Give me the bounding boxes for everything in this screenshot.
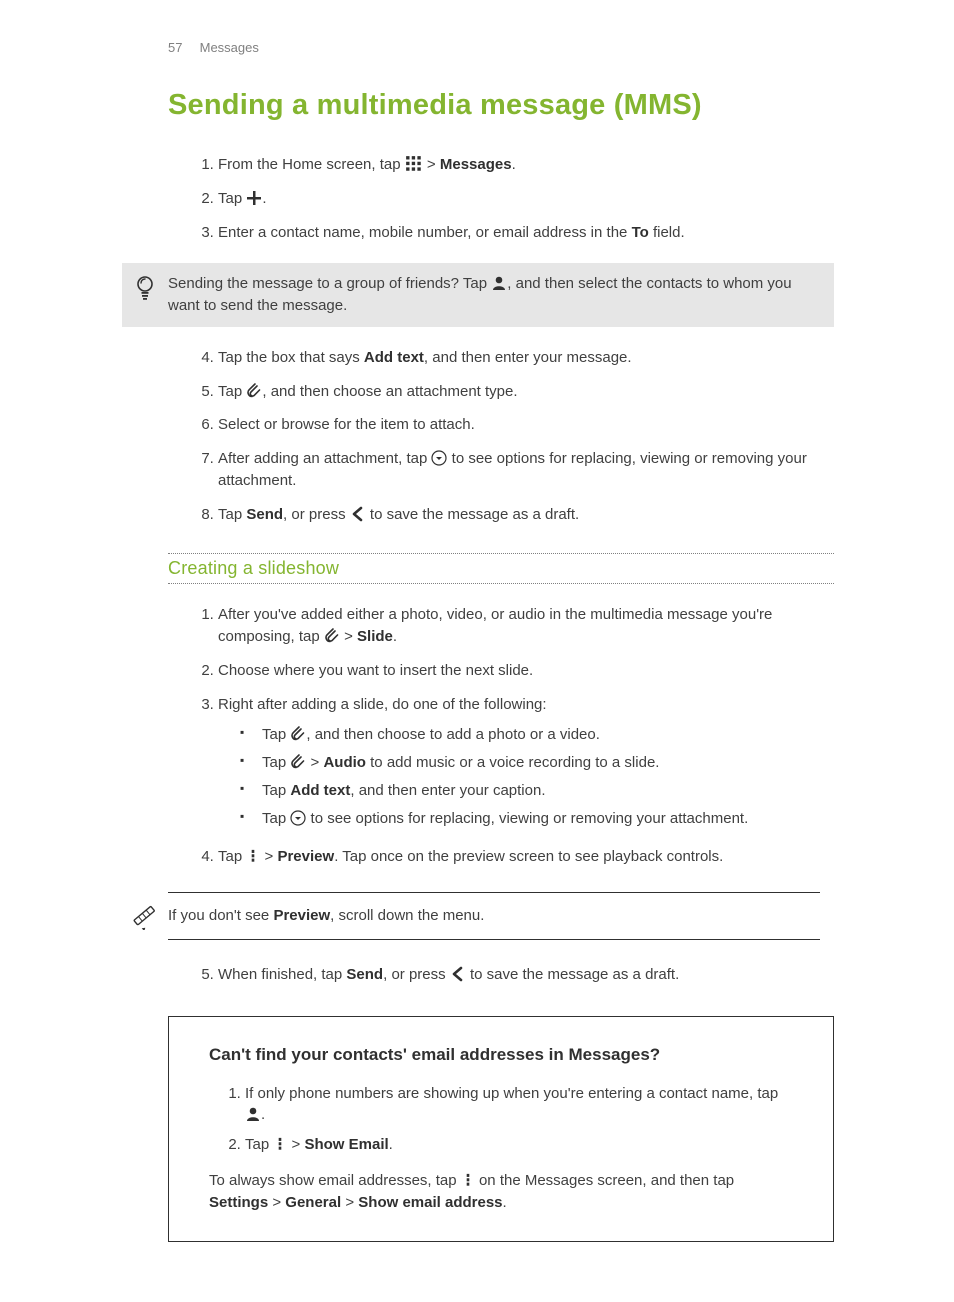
slideshow-step-3: Right after adding a slide, do one of th… (218, 688, 834, 841)
bullet-4: Tap to see options for replacing, viewin… (262, 805, 834, 833)
bullet-1: Tap , and then choose to add a photo or … (262, 721, 834, 749)
page-number: 57 (168, 40, 196, 55)
slideshow-steps: After you've added either a photo, video… (168, 598, 834, 874)
overflow-icon (461, 1173, 475, 1187)
step-4: Tap the box that says Add text, and then… (218, 341, 834, 375)
step-2: Tap . (218, 182, 834, 216)
attachment-icon (290, 726, 306, 742)
plus-icon (246, 190, 262, 206)
bullet-3: Tap Add text, and then enter your captio… (262, 777, 834, 805)
subheading-slideshow: Creating a slideshow (168, 553, 834, 584)
slideshow-step-2: Choose where you want to insert the next… (218, 654, 834, 688)
slideshow-step-4: Tap > Preview. Tap once on the preview s… (218, 840, 834, 874)
attachment-icon (290, 754, 306, 770)
slideshow-bullets: Tap , and then choose to add a photo or … (218, 721, 834, 832)
attachment-icon (324, 628, 340, 644)
apps-icon (405, 155, 423, 173)
page: 57 Messages Sending a multimedia message… (0, 0, 954, 1302)
page-header: 57 Messages (168, 40, 834, 55)
overflow-icon (273, 1137, 287, 1151)
pencil-icon (131, 902, 159, 930)
note-preview: If you don't see Preview, scroll down th… (122, 888, 834, 944)
step-5: Tap , and then choose an attachment type… (218, 375, 834, 409)
panel-title: Can't find your contacts' email addresse… (209, 1045, 793, 1065)
panel-post: To always show email addresses, tap on t… (209, 1170, 793, 1214)
dropdown-icon (431, 450, 447, 466)
step-8: Tap Send, or press to save the message a… (218, 498, 834, 532)
section-name: Messages (200, 40, 259, 55)
dropdown-icon (290, 810, 306, 826)
attachment-icon (246, 383, 262, 399)
callout-tip: Sending the message to a group of friend… (122, 263, 834, 327)
steps-list-1: From the Home screen, tap > Messages. Ta… (168, 148, 834, 249)
overflow-icon (246, 849, 260, 863)
person-icon (491, 275, 507, 291)
back-icon (450, 966, 466, 982)
step-6: Select or browse for the item to attach. (218, 408, 834, 442)
slideshow-steps-2: When finished, tap Send, or press to sav… (168, 958, 834, 992)
bullet-2: Tap > Audio to add music or a voice reco… (262, 749, 834, 777)
page-title: Sending a multimedia message (MMS) (168, 89, 834, 122)
panel-steps: If only phone numbers are showing up whe… (209, 1079, 793, 1160)
person-icon (245, 1106, 261, 1122)
steps-list-2: Tap the box that says Add text, and then… (168, 341, 834, 532)
step-7: After adding an attachment, tap to see o… (218, 442, 834, 498)
panel-email-contacts: Can't find your contacts' email addresse… (168, 1016, 834, 1243)
slideshow-step-5: When finished, tap Send, or press to sav… (218, 958, 834, 992)
step-3: Enter a contact name, mobile number, or … (218, 216, 834, 250)
panel-step-1: If only phone numbers are showing up whe… (245, 1079, 793, 1131)
panel-step-2: Tap > Show Email. (245, 1130, 793, 1160)
slideshow-step-1: After you've added either a photo, video… (218, 598, 834, 654)
back-icon (350, 506, 366, 522)
lightbulb-icon (135, 275, 155, 301)
step-1: From the Home screen, tap > Messages. (218, 148, 834, 182)
